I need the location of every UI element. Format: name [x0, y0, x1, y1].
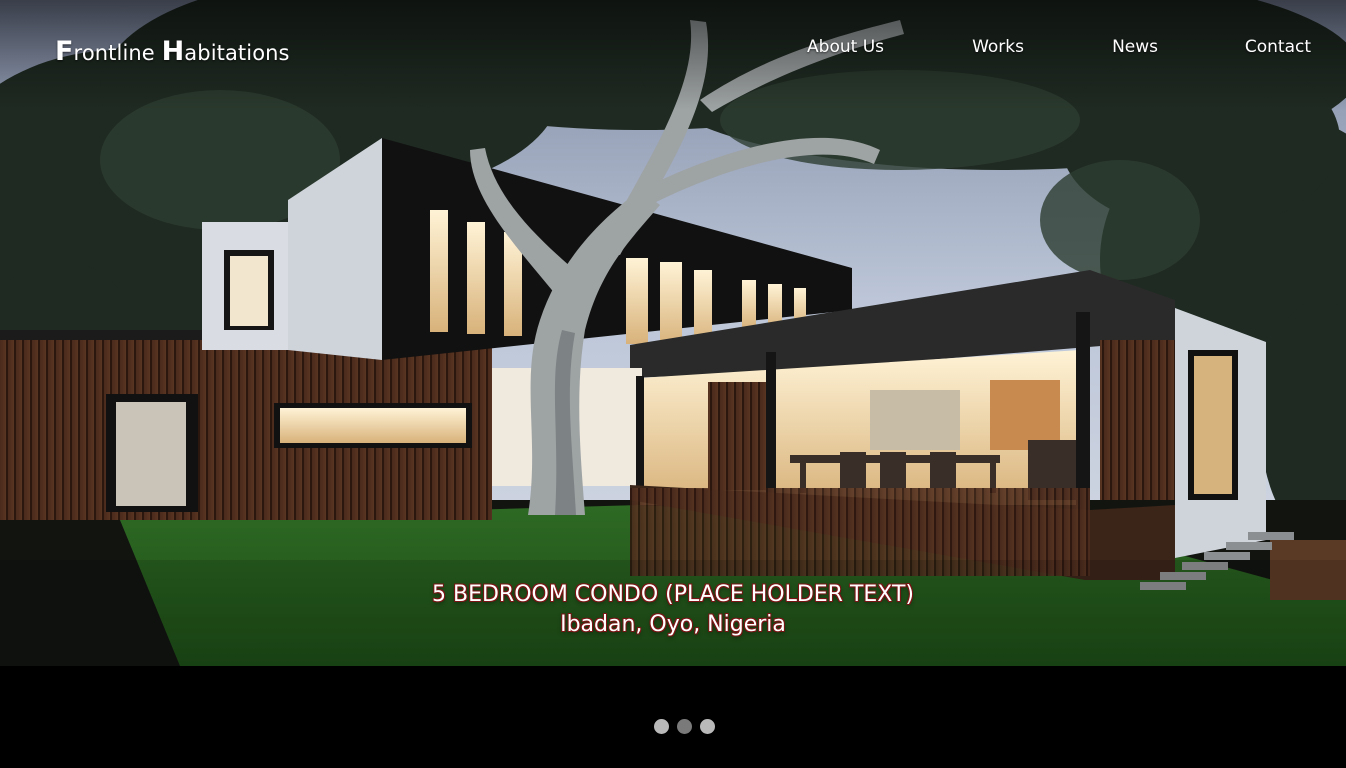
brand-initial-h: H	[161, 36, 185, 67]
nav-works[interactable]: Works	[972, 37, 1024, 57]
page: Frontline Habitations About Us Works New…	[0, 0, 1346, 768]
slide-caption: 5 BEDROOM CONDO (PLACE HOLDER TEXT) Ibad…	[0, 580, 1346, 640]
brand-word-frontline: rontline	[73, 41, 162, 65]
carousel-dot-2[interactable]	[677, 719, 692, 734]
slide-title: 5 BEDROOM CONDO (PLACE HOLDER TEXT)	[431, 582, 914, 607]
carousel-footer	[0, 666, 1346, 768]
site-header: Frontline Habitations About Us Works New…	[0, 0, 1346, 100]
brand-word-habitations: abitations	[184, 41, 290, 65]
brand-initial-f: F	[55, 36, 74, 67]
nav-about-us[interactable]: About Us	[807, 37, 884, 57]
nav-news[interactable]: News	[1112, 37, 1158, 57]
brand-logo[interactable]: Frontline Habitations	[55, 36, 290, 67]
carousel-dot-1[interactable]	[654, 719, 669, 734]
nav-contact[interactable]: Contact	[1245, 37, 1311, 57]
slide-location: Ibadan, Oyo, Nigeria	[560, 612, 786, 637]
carousel-dot-3[interactable]	[700, 719, 715, 734]
